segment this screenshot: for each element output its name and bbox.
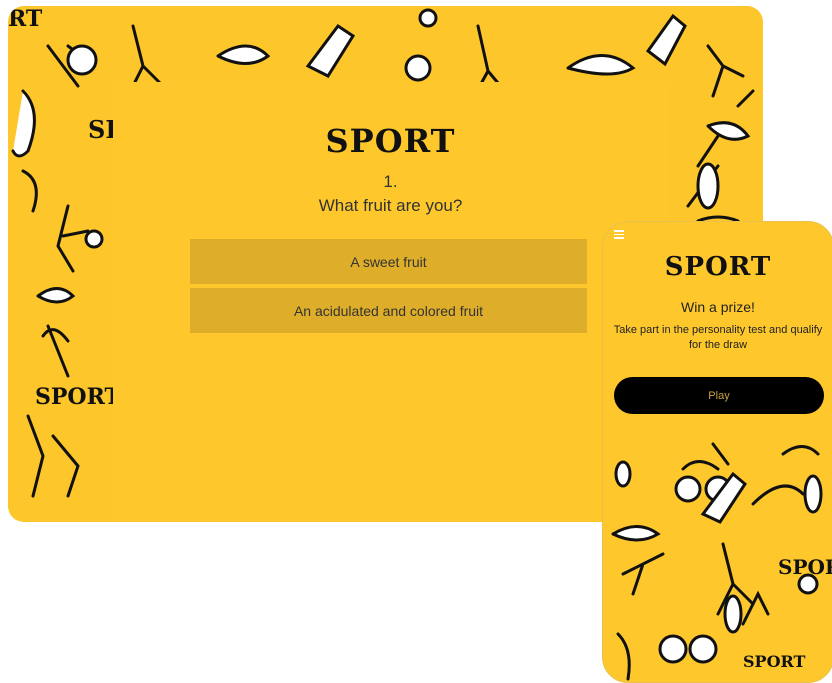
phone-pattern-logo: SPORT <box>778 555 832 579</box>
answer-option-2[interactable]: An acidulated and colored fruit <box>190 288 587 333</box>
promo-title: Win a prize! <box>681 299 755 315</box>
phone-pattern-logo-bottom: SPORT <box>743 652 806 671</box>
sport-logo: SPORT <box>325 122 456 160</box>
phone-frame: SPORT Win a prize! Take part in the pers… <box>602 221 832 683</box>
question-text: What fruit are you? <box>318 196 463 215</box>
play-button[interactable]: Play <box>614 377 824 414</box>
answer-option-1[interactable]: A sweet fruit <box>190 239 587 284</box>
pattern-logo-top-left: RT <box>8 6 43 32</box>
promo-description: Take part in the personality test and qu… <box>613 324 823 351</box>
hamburger-menu-icon[interactable] <box>614 230 624 239</box>
phone-sport-logo: SPORT <box>664 252 772 282</box>
pattern-logo-left: SPORT <box>35 384 121 410</box>
phone-sport-doodle-pattern: SPORT SPORT <box>611 442 832 681</box>
question-number: 1. <box>383 172 398 191</box>
